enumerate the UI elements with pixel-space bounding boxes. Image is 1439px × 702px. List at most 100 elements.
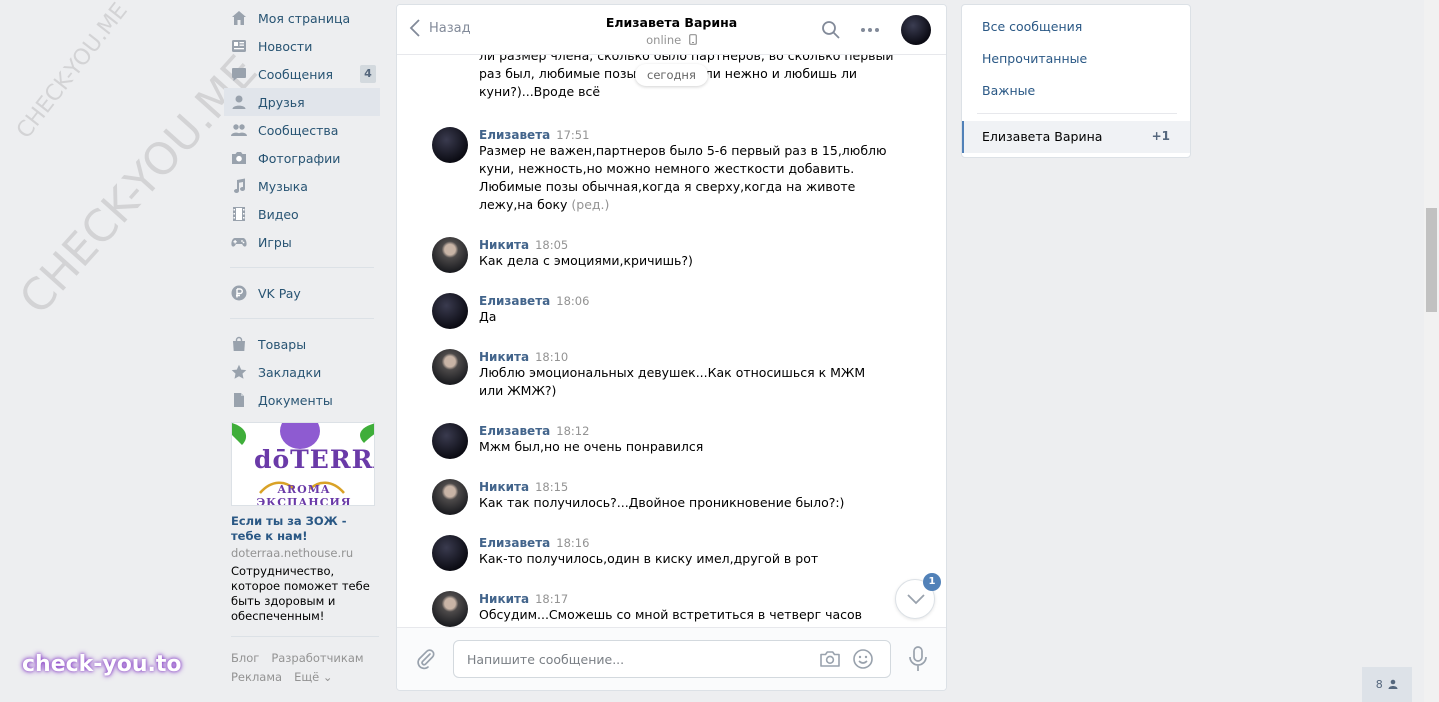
- nav-item-bookmarks[interactable]: Закладки: [224, 358, 380, 386]
- footer-link-blog[interactable]: Блог: [231, 651, 259, 670]
- footer-link-more[interactable]: Ещё ⌄: [294, 670, 332, 689]
- message-item[interactable]: Никита 18:10 Люблю эмоциональных девушек.…: [432, 349, 902, 400]
- message-time: 18:10: [535, 350, 569, 364]
- nav-label: VK Pay: [258, 285, 301, 301]
- more-dots-icon[interactable]: [859, 20, 881, 40]
- mobile-phone-icon: [688, 34, 697, 45]
- nav-label: Моя страница: [258, 10, 351, 26]
- document-icon: [230, 391, 248, 409]
- message-item[interactable]: Никита 18:17 Обсудим...Сможешь со мной вс…: [432, 591, 902, 627]
- message-author[interactable]: Елизавета: [479, 536, 550, 550]
- nav-item-goods[interactable]: Товары: [224, 330, 380, 358]
- edited-mark: (ред.): [567, 197, 610, 212]
- sidebar-ad[interactable]: dōTERRA AROMA ЭКСПАНСИЯ Если ты за ЗОЖ -…: [231, 422, 377, 624]
- message-time: 18:06: [556, 294, 590, 308]
- message-text: Как так получилось?...Двойное проникнове…: [479, 495, 845, 510]
- message-text: Люблю эмоциональных девушек...Как относи…: [479, 365, 866, 398]
- film-icon: [230, 205, 248, 223]
- message-text: Мжм был,но не очень понравился: [479, 439, 704, 454]
- vkpay-icon: [230, 284, 248, 302]
- shopping-bag-icon: [230, 335, 248, 353]
- message-author[interactable]: Елизавета: [479, 424, 550, 438]
- nav-item-vkpay[interactable]: VK Pay: [224, 279, 380, 307]
- microphone-icon[interactable]: [907, 646, 929, 672]
- message-item[interactable]: Никита 18:05 Как дела с эмоциями,кричишь?…: [432, 237, 902, 273]
- nav-item-documents[interactable]: Документы: [224, 386, 380, 414]
- footer-link-developers[interactable]: Разработчикам: [271, 651, 363, 670]
- messages-icon: [230, 65, 248, 83]
- message-history[interactable]: сегодня ли размер члена, сколько было па…: [397, 55, 946, 627]
- avatar[interactable]: [432, 293, 468, 329]
- ad-banner-text: AROMA ЭКСПАНСИЯ: [256, 483, 352, 506]
- camera-icon[interactable]: [819, 648, 841, 670]
- avatar[interactable]: [432, 479, 468, 515]
- message-author[interactable]: Елизавета: [479, 128, 550, 142]
- nav-item-music[interactable]: Музыка: [224, 172, 380, 200]
- peer-status-text: online: [646, 33, 682, 47]
- nav-item-messages[interactable]: Сообщения 4: [224, 60, 380, 88]
- date-divider: сегодня: [635, 64, 708, 86]
- message-item[interactable]: Елизавета 17:51 Размер не важен,партнеров…: [432, 127, 902, 214]
- message-time: 18:15: [535, 480, 569, 494]
- filter-unread[interactable]: Непрочитанные: [982, 51, 1087, 66]
- avatar[interactable]: [432, 591, 468, 627]
- message-text: Обсудим...Сможешь со мной встретиться в …: [479, 607, 863, 627]
- ad-domain[interactable]: doterraa.nethouse.ru: [231, 546, 377, 560]
- nav-item-games[interactable]: Игры: [224, 228, 380, 256]
- active-conversation-item[interactable]: Елизавета Варина +1: [962, 121, 1190, 153]
- chat-window: Назад Елизавета Варина online сегодня ли…: [396, 4, 947, 691]
- nav-item-communities[interactable]: Сообщества: [224, 116, 380, 144]
- message-time: 18:16: [556, 536, 590, 550]
- nav-item-my-page[interactable]: Моя страница: [224, 4, 380, 32]
- nav-label: Игры: [258, 234, 292, 250]
- nav-label: Документы: [258, 392, 333, 408]
- active-conversation-count: +1: [1151, 129, 1170, 143]
- message-item[interactable]: Елизавета 18:12 Мжм был,но не очень понра…: [432, 423, 902, 459]
- star-icon: [230, 363, 248, 381]
- nav-item-news[interactable]: Новости: [224, 32, 380, 60]
- nav-label: Друзья: [258, 94, 305, 110]
- message-text: Размер не важен,партнеров было 5-6 первы…: [479, 143, 887, 212]
- friends-online-button[interactable]: 8: [1362, 667, 1412, 702]
- avatar[interactable]: [432, 349, 468, 385]
- search-icon[interactable]: [821, 20, 841, 40]
- nav-label: Товары: [258, 336, 307, 352]
- page-scrollbar-thumb[interactable]: [1426, 208, 1437, 312]
- avatar[interactable]: [432, 535, 468, 571]
- person-icon: [1388, 679, 1398, 689]
- message-item[interactable]: Никита 18:15 Как так получилось?...Двойно…: [432, 479, 902, 515]
- nav-item-photos[interactable]: Фотографии: [224, 144, 380, 172]
- message-author[interactable]: Никита: [479, 592, 529, 606]
- paperclip-icon[interactable]: [415, 648, 437, 670]
- message-composer: [397, 627, 946, 690]
- avatar[interactable]: [432, 127, 468, 163]
- message-author[interactable]: Никита: [479, 350, 529, 364]
- message-time: 17:51: [556, 128, 590, 142]
- nav-label: Сообщества: [258, 122, 339, 138]
- gamepad-icon: [230, 233, 248, 251]
- emoji-icon[interactable]: [852, 648, 874, 670]
- nav-item-friends[interactable]: Друзья: [224, 88, 380, 116]
- watermark-small: CHECK-YOU.ME: [12, 0, 133, 144]
- filter-important[interactable]: Важные: [982, 83, 1035, 98]
- nav-item-video[interactable]: Видео: [224, 200, 380, 228]
- message-item[interactable]: Елизавета 18:06 Да: [432, 293, 902, 329]
- left-navigation: Моя страница Новости Сообщения 4 Друзья …: [224, 4, 380, 414]
- peer-avatar[interactable]: [901, 15, 931, 45]
- page-scrollbar[interactable]: [1424, 0, 1439, 702]
- message-author[interactable]: Никита: [479, 238, 529, 252]
- message-item[interactable]: Елизавета 18:16 Как-то получилось,один в …: [432, 535, 902, 571]
- conversation-filter-panel: Все сообщения Непрочитанные Важные Елиза…: [961, 4, 1191, 158]
- ad-description: Сотрудничество, которое поможет тебе быт…: [231, 564, 370, 623]
- ad-title[interactable]: Если ты за ЗОЖ - тебе к нам!: [231, 514, 377, 544]
- footer-link-ads[interactable]: Реклама: [231, 670, 282, 689]
- nav-divider: [230, 318, 374, 319]
- message-author[interactable]: Никита: [479, 480, 529, 494]
- left-footer: Блог Разработчикам Реклама Ещё ⌄: [231, 636, 379, 689]
- filter-all-messages[interactable]: Все сообщения: [982, 19, 1082, 34]
- ad-banner-image[interactable]: dōTERRA AROMA ЭКСПАНСИЯ: [231, 422, 375, 506]
- panel-divider: [977, 113, 1177, 114]
- avatar[interactable]: [432, 423, 468, 459]
- avatar[interactable]: [432, 237, 468, 273]
- message-author[interactable]: Елизавета: [479, 294, 550, 308]
